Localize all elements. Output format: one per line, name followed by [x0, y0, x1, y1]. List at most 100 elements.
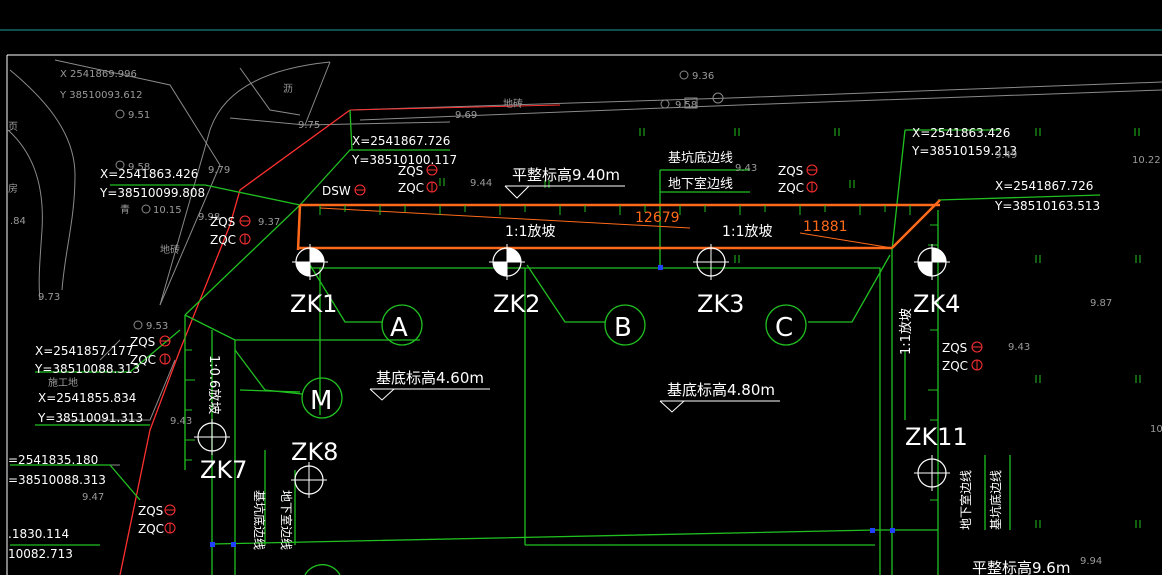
coord-label: Y=38510088.313: [34, 362, 140, 376]
base-level-marker: [369, 388, 490, 401]
zqs-zqc-marker[interactable]: ZQS ZQC: [942, 341, 983, 373]
svg-text:ZQS: ZQS: [942, 341, 967, 355]
zqs-zqc-marker[interactable]: DSW ZQS ZQC: [322, 164, 438, 198]
coord-label: X=2541855.834: [38, 391, 136, 405]
coord-label: Y=38510099.808: [99, 186, 205, 200]
slope-label-vertical: 1:0.6放坡: [206, 355, 221, 414]
dimension-leader-2: [799, 232, 893, 249]
svg-text:9.47: 9.47: [82, 492, 104, 503]
svg-text:ZQS: ZQS: [130, 335, 155, 349]
borehole-zk3-symbol[interactable]: [693, 244, 729, 280]
axis-bubble-b[interactable]: B: [604, 304, 646, 346]
svg-text:9.43: 9.43: [1008, 342, 1030, 353]
pit-edge-label: 基坑底边线: [668, 150, 733, 166]
borehole-zk8-symbol[interactable]: [291, 462, 327, 498]
svg-text:9.94: 9.94: [1080, 556, 1102, 567]
svg-text:B: B: [614, 313, 632, 343]
grade-level-label: 平整标高9.40m: [512, 166, 620, 184]
axis-bubble-c[interactable]: C: [765, 304, 807, 346]
borehole-label-zk1: ZK1: [290, 290, 337, 318]
coord-label: .1830.114: [8, 527, 69, 541]
svg-text:9.44: 9.44: [470, 178, 492, 189]
borehole-zk2-symbol[interactable]: [489, 244, 525, 280]
svg-text:C: C: [775, 313, 793, 343]
coord-label: X=2541857.177: [35, 344, 133, 358]
axis-bubble-m-leader: [234, 349, 303, 395]
base-level-label: 基底标高4.80m: [667, 381, 775, 399]
svg-text:9.58: 9.58: [675, 100, 697, 111]
cad-drawing-canvas[interactable]: ZK1 ZK2 ZK3 ZK4 ZK7 ZK8 ZK11 A B C M X 2…: [0, 0, 1162, 575]
svg-text:沥: 沥: [283, 83, 293, 95]
svg-text:DSW: DSW: [322, 184, 351, 198]
basement-edge-label: 地下室边线: [668, 176, 733, 192]
slope-label: 1:1放坡: [722, 224, 773, 240]
borehole-zk11-symbol[interactable]: [914, 455, 950, 491]
svg-text:ZQC: ZQC: [138, 522, 164, 536]
grade-level-label-bottom: 平整标高9.6m: [972, 559, 1070, 575]
borehole-label-zk8: ZK8: [291, 438, 338, 466]
svg-text:M: M: [310, 386, 332, 416]
zqs-zqc-marker[interactable]: ZQS ZQC: [130, 335, 171, 367]
borehole-label-zk3: ZK3: [697, 290, 744, 318]
svg-text:9.51: 9.51: [128, 110, 150, 121]
svg-text:10.22: 10.22: [1132, 155, 1161, 166]
coord-label: X=2541863.426: [912, 126, 1010, 140]
svg-text:地砖: 地砖: [503, 97, 523, 110]
coord-label: Y=38510091.313: [37, 411, 143, 425]
svg-text:地砖: 地砖: [160, 243, 180, 256]
coord-label: =2541835.180: [8, 453, 98, 467]
svg-text:9.58: 9.58: [128, 162, 150, 173]
slope-label-vertical: 1:1放坡: [899, 308, 914, 355]
svg-text:9.36: 9.36: [692, 71, 714, 82]
svg-text:9.69: 9.69: [455, 110, 477, 121]
basement-edge-label-vertical: 地下室边线: [279, 490, 294, 550]
zqs-zqc-marker[interactable]: ZQS ZQC: [138, 504, 176, 536]
svg-text:A: A: [390, 313, 408, 343]
coord-label: X=2541867.726: [995, 179, 1093, 193]
svg-text:ZQC: ZQC: [210, 233, 236, 247]
dimension-text: 11881: [803, 219, 848, 235]
pit-edge-label-vertical: 基坑底边线: [252, 490, 267, 550]
axis-bubble-a[interactable]: A: [381, 304, 423, 346]
svg-text:.84: .84: [10, 216, 26, 227]
svg-text:ZQC: ZQC: [398, 181, 424, 195]
borehole-zk4-symbol[interactable]: [914, 244, 950, 280]
borehole-zk7-symbol[interactable]: [194, 419, 230, 455]
coord-label: X=2541867.726: [352, 134, 450, 148]
pit-edge-label-vertical: 基坑底边线: [988, 470, 1003, 530]
svg-text:10.15: 10.15: [153, 205, 182, 216]
borehole-label-zk11: ZK11: [905, 423, 968, 451]
grade-level-marker: [504, 185, 625, 199]
borehole-label-zk2: ZK2: [493, 290, 540, 318]
svg-text:9.79: 9.79: [208, 165, 230, 176]
axis-bubble-partial: [304, 564, 341, 575]
borehole-label-zk7: ZK7: [200, 456, 247, 484]
svg-text:房: 房: [8, 182, 18, 195]
svg-text:9.49: 9.49: [995, 150, 1017, 161]
axis-bubble-m[interactable]: M: [301, 377, 343, 419]
svg-text:ZQS: ZQS: [778, 164, 803, 178]
zqs-zqc-marker[interactable]: ZQS ZQC: [210, 215, 251, 247]
basement-edge-label-vertical: 地下室边线: [958, 470, 973, 530]
svg-text:10: 10: [1150, 424, 1162, 435]
svg-text:9.75: 9.75: [298, 120, 320, 131]
zqs-zqc-marker[interactable]: ZQS ZQC: [778, 164, 818, 195]
svg-text:青: 青: [120, 203, 130, 216]
coord-label: Y=38510163.513: [994, 199, 1100, 213]
coord-label: Y 38510093.612: [59, 90, 142, 101]
svg-text:9.87: 9.87: [1090, 298, 1112, 309]
svg-text:ZQS: ZQS: [398, 164, 423, 178]
svg-text:页: 页: [8, 121, 18, 133]
coord-label: X 2541869.996: [60, 69, 137, 80]
terrain-lines: [7, 59, 1162, 466]
base-level-marker: [659, 400, 780, 413]
svg-text:9.73: 9.73: [38, 292, 60, 303]
svg-text:施工地: 施工地: [48, 376, 78, 389]
svg-text:ZQC: ZQC: [942, 359, 968, 373]
slope-label: 1:1放坡: [505, 224, 556, 240]
base-level-label: 基底标高4.60m: [376, 369, 484, 387]
svg-text:ZQS: ZQS: [138, 504, 163, 518]
svg-text:9.43: 9.43: [735, 163, 757, 174]
dimension-text: 12679: [635, 210, 680, 226]
svg-text:ZQS: ZQS: [210, 215, 235, 229]
